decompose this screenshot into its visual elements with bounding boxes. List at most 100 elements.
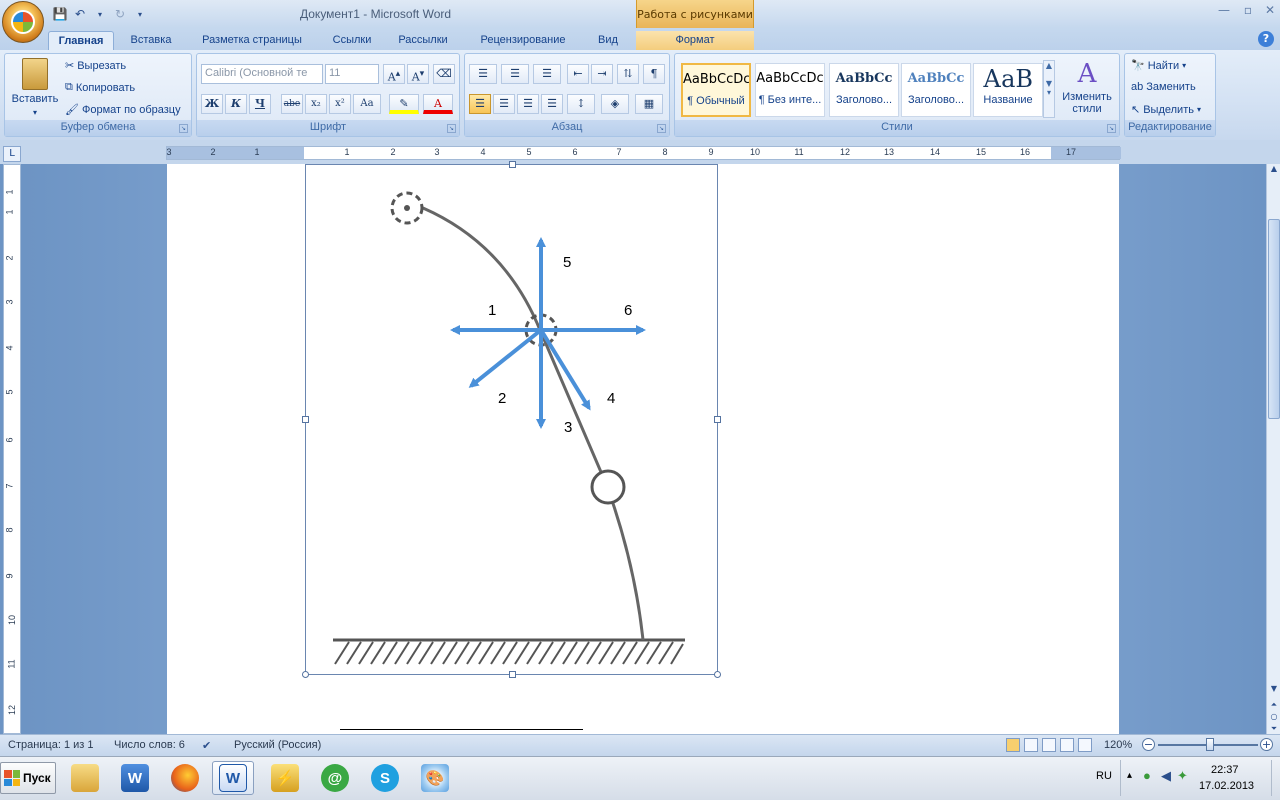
multilevel-list-icon[interactable]: ☰ <box>533 64 561 84</box>
font-color-icon[interactable]: A <box>423 94 453 114</box>
page-count[interactable]: Страница: 1 из 1 <box>8 739 94 751</box>
select-button[interactable]: ↖ Выделить ▾ <box>1131 103 1201 117</box>
styles-scroll[interactable]: ▲ ▼ ▾ <box>1043 60 1055 118</box>
close-icon[interactable]: ✕ <box>1260 3 1280 21</box>
copy-button[interactable]: ⧉ Копировать <box>65 81 135 94</box>
zoom-level[interactable]: 120% <box>1104 739 1132 751</box>
taskbar-word[interactable]: W <box>114 761 156 795</box>
resize-handle-top[interactable] <box>509 161 516 168</box>
input-language[interactable]: RU <box>1096 770 1112 782</box>
dialog-launcher-icon[interactable]: ↘ <box>447 124 456 133</box>
network-icon[interactable]: ● <box>1143 768 1151 783</box>
horizontal-ruler[interactable]: 3 2 1 1 2 3 4 5 6 7 8 9 10 11 12 13 14 15 16 17 <box>166 146 1121 160</box>
resize-handle-right[interactable] <box>714 416 721 423</box>
justify-icon[interactable]: ☰ <box>541 94 563 114</box>
redo-icon[interactable]: ↻ <box>112 6 128 22</box>
print-layout-icon[interactable] <box>1006 738 1020 752</box>
align-right-icon[interactable]: ☰ <box>517 94 539 114</box>
taskbar-skype[interactable]: S <box>364 761 406 795</box>
format-painter-button[interactable]: 🖌 Формат по образцу <box>65 103 181 117</box>
style-normal[interactable]: AaBbCcDc ¶ Обычный <box>681 63 751 117</box>
draft-icon[interactable] <box>1078 738 1092 752</box>
dialog-launcher-icon[interactable]: ↘ <box>657 124 666 133</box>
highlight-icon[interactable]: ✎ <box>389 94 419 114</box>
dialog-launcher-icon[interactable]: ↘ <box>179 124 188 133</box>
zoom-out-icon[interactable]: − <box>1142 738 1155 751</box>
start-button[interactable]: Пуск <box>0 762 56 794</box>
shrink-font-icon[interactable]: A▾ <box>407 64 429 84</box>
change-styles-button[interactable]: A Изменить стили <box>1059 60 1115 115</box>
resize-handle-bottom-right[interactable] <box>714 671 721 678</box>
superscript-button[interactable]: x² <box>329 94 351 114</box>
show-desktop-button[interactable] <box>1271 760 1280 796</box>
picture-selection-frame[interactable] <box>302 161 721 678</box>
antivirus-icon[interactable]: ✦ <box>1177 768 1188 784</box>
word-count[interactable]: Число слов: 6 <box>114 739 185 751</box>
help-icon[interactable]: ? <box>1258 31 1274 47</box>
underline-button[interactable]: Ч <box>249 94 271 114</box>
italic-button[interactable]: К <box>225 94 247 114</box>
tab-review[interactable]: Рецензирование <box>468 31 578 50</box>
subscript-button[interactable]: x₂ <box>305 94 327 114</box>
borders-icon[interactable]: ▦ <box>635 94 663 114</box>
web-layout-icon[interactable] <box>1042 738 1056 752</box>
bold-button[interactable]: Ж <box>201 94 223 114</box>
font-name-combo[interactable]: Calibri (Основной те <box>201 64 323 84</box>
change-case-button[interactable]: Aa <box>353 94 381 114</box>
line-spacing-icon[interactable]: ↕ <box>567 94 595 114</box>
align-center-icon[interactable]: ☰ <box>493 94 515 114</box>
zoom-slider-thumb[interactable] <box>1206 738 1214 751</box>
zoom-in-icon[interactable]: + <box>1260 738 1273 751</box>
scroll-up-icon[interactable]: ▲ <box>1268 164 1280 176</box>
tab-mailings[interactable]: Рассылки <box>390 31 456 50</box>
customize-qat-icon[interactable]: ▾ <box>132 6 148 22</box>
scroll-thumb[interactable] <box>1268 219 1280 419</box>
find-button[interactable]: 🔭 Найти ▾ <box>1131 59 1186 73</box>
office-button[interactable] <box>2 1 44 43</box>
minimize-icon[interactable]: — <box>1214 3 1234 21</box>
cut-button[interactable]: ✂ Вырезать <box>65 59 126 73</box>
clock-time[interactable]: 22:37 <box>1211 764 1239 776</box>
shading-icon[interactable]: ◈ <box>601 94 629 114</box>
resize-handle-bottom-left[interactable] <box>302 671 309 678</box>
undo-icon[interactable]: ↶ <box>72 6 88 22</box>
taskbar-explorer[interactable] <box>64 761 106 795</box>
style-title[interactable]: АаВ Название <box>973 63 1043 117</box>
show-marks-icon[interactable]: ¶ <box>643 64 665 84</box>
style-heading1[interactable]: AaBbCc Заголово... <box>829 63 899 117</box>
maximize-icon[interactable]: ▫ <box>1238 3 1258 21</box>
tab-view[interactable]: Вид <box>588 31 628 50</box>
clear-format-icon[interactable]: ⌫ <box>433 64 455 84</box>
decrease-indent-icon[interactable]: ⇤ <box>567 64 589 84</box>
align-left-icon[interactable]: ☰ <box>469 94 491 114</box>
resize-handle-left[interactable] <box>302 416 309 423</box>
outline-icon[interactable] <box>1060 738 1074 752</box>
vertical-ruler[interactable]: 1 1 2 3 4 5 6 7 8 9 10 11 12 <box>3 164 21 734</box>
style-no-spacing[interactable]: AaBbCcDc ¶ Без инте... <box>755 63 825 117</box>
scroll-down-icon[interactable]: ▼ <box>1268 684 1280 696</box>
style-heading2[interactable]: AaBbCc Заголово... <box>901 63 971 117</box>
tray-expand-icon[interactable]: ▴ <box>1127 770 1132 781</box>
tab-home[interactable]: Главная <box>48 31 114 50</box>
grow-font-icon[interactable]: A▴ <box>383 64 405 84</box>
taskbar-paint[interactable]: 🎨 <box>414 761 456 795</box>
paste-button[interactable]: Вставить ▾ <box>9 58 61 117</box>
tab-selector[interactable]: L <box>3 146 21 162</box>
dialog-launcher-icon[interactable]: ↘ <box>1107 124 1116 133</box>
language-indicator[interactable]: Русский (Россия) <box>234 739 321 751</box>
taskbar-app[interactable]: ⚡ <box>264 761 306 795</box>
spellcheck-icon[interactable]: ✔ <box>202 739 211 752</box>
resize-handle-bottom[interactable] <box>509 671 516 678</box>
volume-icon[interactable]: ◀ <box>1161 768 1171 784</box>
font-size-combo[interactable]: 11 <box>325 64 379 84</box>
strikethrough-button[interactable]: abe <box>281 94 303 114</box>
full-screen-reading-icon[interactable] <box>1024 738 1038 752</box>
bullets-icon[interactable]: ☰ <box>469 64 497 84</box>
replace-button[interactable]: ab Заменить <box>1131 81 1196 93</box>
numbering-icon[interactable]: ☰ <box>501 64 529 84</box>
clock-date[interactable]: 17.02.2013 <box>1199 780 1254 792</box>
sort-icon[interactable]: ⇅ <box>617 64 639 84</box>
vertical-scrollbar[interactable]: ▲ ▼ ⏶ ○ ⏷ <box>1266 164 1280 734</box>
tab-page-layout[interactable]: Разметка страницы <box>192 31 312 50</box>
tab-format[interactable]: Формат <box>636 31 754 50</box>
